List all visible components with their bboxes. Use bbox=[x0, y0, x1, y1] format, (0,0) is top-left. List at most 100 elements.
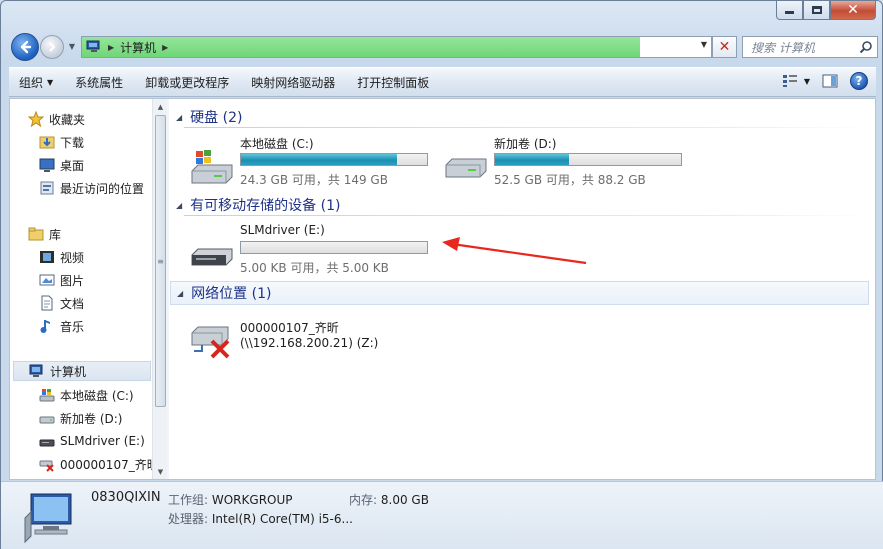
drive-size: 5.00 KB 可用，共 5.00 KB bbox=[240, 261, 389, 275]
sidebar-label: 本地磁盘 (C:) bbox=[60, 388, 134, 403]
sidebar-label: 下载 bbox=[60, 135, 85, 150]
map-drive-button[interactable]: 映射网络驱动器 bbox=[251, 74, 335, 91]
hard-drive-icon bbox=[39, 410, 55, 426]
recent-places-icon bbox=[39, 180, 55, 196]
desktop-icon bbox=[39, 157, 55, 173]
annotation-arrow-icon bbox=[442, 237, 587, 265]
navigation-scrollbar[interactable]: ▲ ≡ ▼ bbox=[152, 99, 167, 479]
group-title: 有可移动存储的设备 (1) bbox=[190, 198, 341, 214]
sidebar-item-downloads[interactable]: 下载 bbox=[39, 132, 84, 152]
minimize-button[interactable] bbox=[776, 1, 803, 20]
workgroup-value: WORKGROUP bbox=[211, 493, 293, 507]
sidebar-label: 图片 bbox=[60, 273, 85, 288]
sidebar-item-music[interactable]: 音乐 bbox=[39, 316, 84, 336]
drive-name: 新加卷 (D:) bbox=[494, 137, 557, 151]
stop-icon: ✕ bbox=[718, 39, 731, 55]
sidebar-item-libraries[interactable]: 库 bbox=[28, 224, 61, 244]
sidebar-item-desktop[interactable]: 桌面 bbox=[39, 155, 84, 175]
workgroup-row: 工作组: WORKGROUP bbox=[168, 491, 293, 508]
removable-drive-icon bbox=[39, 433, 55, 449]
downloads-folder-icon bbox=[39, 134, 55, 150]
sidebar-item-documents[interactable]: 文档 bbox=[39, 293, 84, 313]
sidebar-item-pictures[interactable]: 图片 bbox=[39, 270, 84, 290]
maximize-button[interactable] bbox=[803, 1, 830, 20]
address-bar[interactable]: ▶ 计算机 ▶ ▼ bbox=[81, 36, 712, 58]
group-header-network[interactable]: ◢ 网络位置 (1) bbox=[170, 281, 869, 305]
scroll-up-icon[interactable]: ▲ bbox=[153, 99, 168, 114]
explorer-window: ✕ ▼ ▶ 计算机 ▶ ▼ ✕ 搜索 计算机 组织 ▼ 系统属性 卸载或更改程序… bbox=[0, 0, 883, 549]
organize-menu[interactable]: 组织 ▼ bbox=[19, 74, 53, 91]
workgroup-key: 工作组: bbox=[168, 493, 209, 507]
content-area: 收藏夹 下载 桌面 最近访问的位置 库 视频 图片 文档 音乐 计算机 本地磁盘… bbox=[9, 98, 876, 480]
memory-row: 内存: 8.00 GB bbox=[349, 491, 429, 508]
sidebar-label: 计算机 bbox=[50, 364, 87, 379]
preview-pane-icon[interactable] bbox=[822, 73, 838, 89]
sidebar-label: 文档 bbox=[60, 296, 85, 311]
chevron-down-icon: ▼ bbox=[47, 77, 54, 87]
scroll-thumb[interactable]: ≡ bbox=[155, 115, 166, 407]
drive-item-d[interactable]: 新加卷 (D:) 52.5 GB 可用，共 88.2 GB bbox=[442, 135, 692, 195]
sidebar-label: 桌面 bbox=[60, 158, 85, 173]
sidebar-item-recent[interactable]: 最近访问的位置 bbox=[39, 178, 144, 198]
group-header-hdd[interactable]: ◢ 硬盘 (2) bbox=[176, 107, 242, 127]
divider bbox=[184, 215, 869, 216]
address-dropdown-icon[interactable]: ▼ bbox=[701, 40, 707, 49]
sidebar-item-computer[interactable]: 计算机 bbox=[13, 361, 151, 381]
control-panel-button[interactable]: 打开控制面板 bbox=[357, 74, 429, 91]
navigation-bar: ▼ ▶ 计算机 ▶ ▼ ✕ 搜索 计算机 bbox=[9, 31, 878, 63]
system-properties-button[interactable]: 系统属性 bbox=[75, 74, 123, 91]
sidebar-label: 音乐 bbox=[60, 319, 85, 334]
computer-icon bbox=[24, 493, 72, 544]
breadcrumb-chevron-icon[interactable]: ▶ bbox=[162, 43, 168, 52]
collapse-icon: ◢ bbox=[177, 288, 184, 298]
stop-button[interactable]: ✕ bbox=[712, 36, 737, 58]
sidebar-item-videos[interactable]: 视频 bbox=[39, 247, 84, 267]
forward-button[interactable] bbox=[40, 35, 64, 59]
breadcrumb-computer[interactable]: 计算机 bbox=[120, 39, 156, 56]
recent-pages-dropdown[interactable]: ▼ bbox=[66, 39, 78, 53]
sidebar-item-network-z[interactable]: 000000107_齐昕 bbox=[39, 454, 152, 474]
sidebar-label: 最近访问的位置 bbox=[60, 181, 145, 196]
search-placeholder: 搜索 计算机 bbox=[751, 40, 815, 55]
windows-drive-icon bbox=[39, 387, 55, 403]
divider bbox=[184, 127, 869, 128]
search-icon[interactable] bbox=[859, 40, 873, 54]
help-icon: ? bbox=[855, 74, 863, 88]
group-header-removable[interactable]: ◢ 有可移动存储的设备 (1) bbox=[176, 195, 340, 215]
details-pane: 0830QIXIN 工作组: WORKGROUP 内存: 8.00 GB 处理器… bbox=[1, 481, 883, 549]
video-icon bbox=[39, 249, 55, 265]
sidebar-item-favorites[interactable]: 收藏夹 bbox=[28, 109, 85, 129]
scroll-down-icon[interactable]: ▼ bbox=[153, 464, 168, 479]
collapse-icon: ◢ bbox=[176, 200, 183, 210]
network-drive-path: (\\192.168.200.21) (Z:) bbox=[240, 336, 379, 350]
file-list: ◢ 硬盘 (2) 本地磁盘 (C:) 24.3 GB 可用，共 149 GB 新… bbox=[170, 99, 875, 479]
close-icon: ✕ bbox=[847, 2, 859, 18]
sidebar-label: 新加卷 (D:) bbox=[60, 411, 123, 426]
cpu-row: 处理器: Intel(R) Core(TM) i5-6... bbox=[168, 510, 353, 527]
star-icon bbox=[28, 111, 44, 127]
sidebar-item-drive-c[interactable]: 本地磁盘 (C:) bbox=[39, 385, 134, 405]
command-bar: 组织 ▼ 系统属性 卸载或更改程序 映射网络驱动器 打开控制面板 ▼ ? bbox=[9, 67, 876, 97]
drive-usage-bar bbox=[240, 241, 428, 254]
view-options-button[interactable]: ▼ bbox=[782, 74, 810, 88]
help-button[interactable]: ? bbox=[850, 72, 868, 90]
computer-icon bbox=[29, 363, 45, 379]
sidebar-item-drive-d[interactable]: 新加卷 (D:) bbox=[39, 408, 122, 428]
disconnected-network-drive-icon bbox=[39, 456, 55, 472]
drive-size: 24.3 GB 可用，共 149 GB bbox=[240, 173, 388, 187]
drive-item-e[interactable]: SLMdriver (E:) 5.00 KB 可用，共 5.00 KB bbox=[188, 223, 438, 283]
removable-drive-icon bbox=[191, 248, 233, 266]
pane-splitter[interactable] bbox=[167, 99, 169, 479]
disconnected-network-drive-icon bbox=[191, 326, 230, 359]
search-input[interactable]: 搜索 计算机 bbox=[742, 36, 878, 58]
sidebar-label: SLMdriver (E:) bbox=[60, 434, 145, 448]
forward-arrow-icon bbox=[49, 42, 56, 52]
window-controls: ✕ bbox=[776, 1, 876, 21]
drive-item-c[interactable]: 本地磁盘 (C:) 24.3 GB 可用，共 149 GB bbox=[188, 135, 438, 195]
close-button[interactable]: ✕ bbox=[830, 1, 876, 20]
drive-name: 本地磁盘 (C:) bbox=[240, 137, 314, 151]
sidebar-item-drive-e[interactable]: SLMdriver (E:) bbox=[39, 431, 145, 451]
uninstall-button[interactable]: 卸载或更改程序 bbox=[145, 74, 229, 91]
windows-drive-icon bbox=[191, 150, 233, 184]
back-button[interactable] bbox=[11, 33, 39, 61]
